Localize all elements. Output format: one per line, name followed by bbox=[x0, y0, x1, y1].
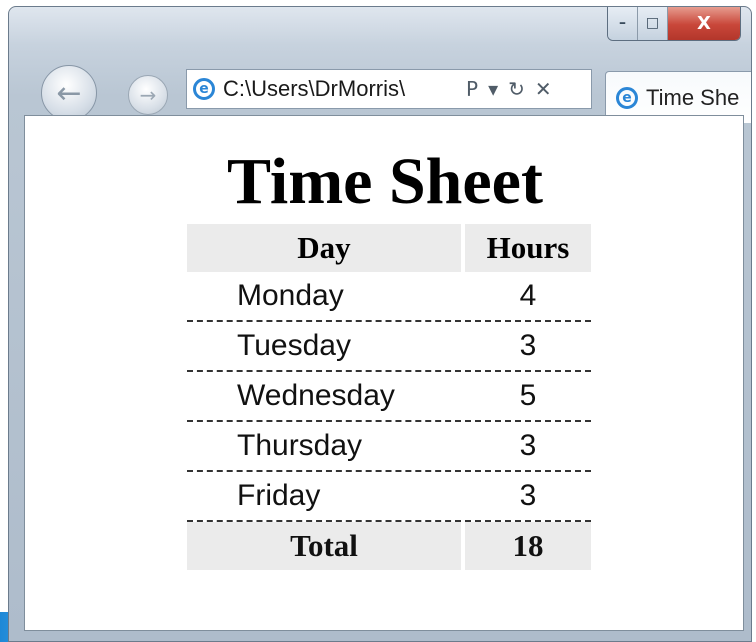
ie-page-icon-glyph: e bbox=[199, 81, 209, 97]
maximize-button[interactable]: □ bbox=[638, 7, 668, 40]
minimize-button[interactable]: – bbox=[608, 7, 638, 40]
page-title: Time Sheet bbox=[227, 145, 543, 218]
total-row: Total 18 bbox=[187, 522, 591, 570]
table-row: Thursday 3 bbox=[187, 422, 591, 472]
total-label: Total bbox=[187, 522, 461, 570]
close-icon: X bbox=[697, 12, 711, 34]
hours-cell: 3 bbox=[465, 422, 591, 472]
header-hours: Hours bbox=[465, 224, 591, 272]
address-tools: Ρ ▾ ↻ ✕ bbox=[466, 77, 552, 101]
address-bar[interactable]: e C:\Users\DrMorris\ Ρ ▾ ↻ ✕ bbox=[186, 69, 592, 109]
hours-cell: 3 bbox=[465, 472, 591, 522]
close-button[interactable]: X bbox=[668, 7, 740, 40]
back-button[interactable]: ← bbox=[41, 65, 97, 121]
page-content: Time Sheet Day Hours Monday 4 Tuesday 3 … bbox=[24, 115, 744, 631]
forward-button[interactable]: → bbox=[128, 75, 168, 115]
time-sheet-table: Day Hours Monday 4 Tuesday 3 Wednesday 5… bbox=[183, 224, 595, 570]
day-cell: Friday bbox=[187, 472, 461, 522]
table-row: Friday 3 bbox=[187, 472, 591, 522]
hours-cell: 4 bbox=[465, 272, 591, 322]
total-value: 18 bbox=[465, 522, 591, 570]
day-cell: Thursday bbox=[187, 422, 461, 472]
hours-cell: 5 bbox=[465, 372, 591, 422]
ie-tab-icon-glyph: e bbox=[622, 89, 632, 106]
forward-arrow-icon: → bbox=[139, 83, 157, 107]
hours-cell: 3 bbox=[465, 322, 591, 372]
tab-title: Time She bbox=[646, 84, 740, 110]
minimize-icon: – bbox=[619, 15, 626, 31]
maximize-icon: □ bbox=[645, 15, 660, 31]
stop-icon[interactable]: ✕ bbox=[535, 77, 552, 101]
table-header-row: Day Hours bbox=[187, 224, 591, 272]
table-row: Monday 4 bbox=[187, 272, 591, 322]
day-cell: Tuesday bbox=[187, 322, 461, 372]
refresh-icon[interactable]: ↻ bbox=[508, 77, 525, 101]
dropdown-icon[interactable]: ▾ bbox=[488, 77, 498, 101]
table-row: Wednesday 5 bbox=[187, 372, 591, 422]
search-icon[interactable]: Ρ bbox=[466, 77, 478, 101]
table-row: Tuesday 3 bbox=[187, 322, 591, 372]
day-cell: Wednesday bbox=[187, 372, 461, 422]
address-text[interactable]: C:\Users\DrMorris\ bbox=[223, 76, 458, 102]
header-day: Day bbox=[187, 224, 461, 272]
back-arrow-icon: ← bbox=[56, 75, 82, 111]
ie-page-icon: e bbox=[193, 78, 215, 100]
window-controls: – □ X bbox=[607, 7, 741, 41]
day-cell: Monday bbox=[187, 272, 461, 322]
ie-tab-icon: e bbox=[616, 86, 638, 109]
